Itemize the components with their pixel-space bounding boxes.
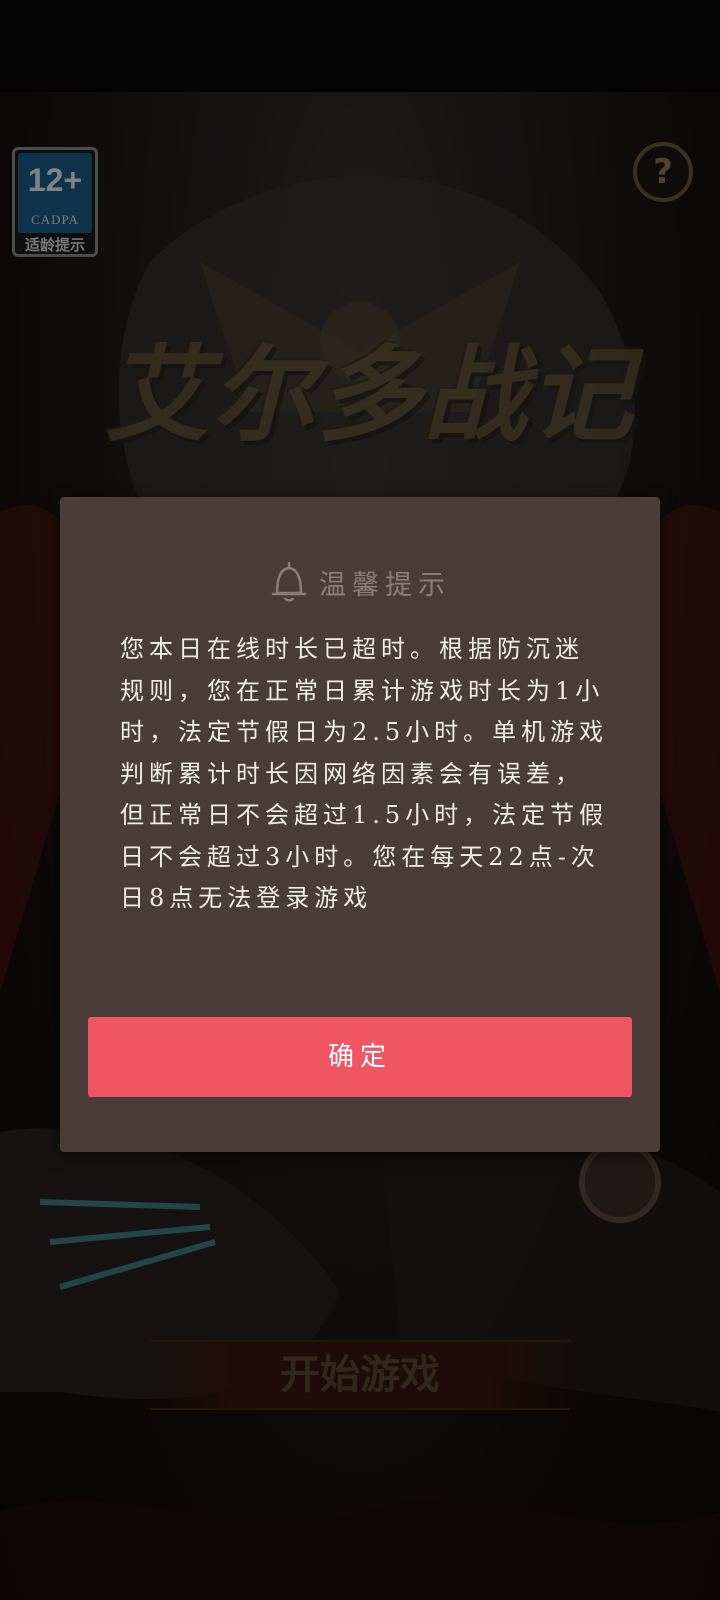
screen: 12+ CADPA 适龄提示 ? 艾尔多战记 开始游戏 温馨提示 您本日在线时长… <box>0 0 720 1600</box>
anti-addiction-dialog: 温馨提示 您本日在线时长已超时。根据防沉迷规则，您在正常日累计游戏时长为1小时，… <box>60 497 660 1152</box>
confirm-button[interactable]: 确定 <box>88 1017 632 1097</box>
bell-icon <box>271 561 307 602</box>
dialog-title: 温馨提示 <box>319 569 451 601</box>
status-bar <box>0 0 720 92</box>
dialog-header: 温馨提示 <box>60 557 660 607</box>
dialog-message: 您本日在线时长已超时。根据防沉迷规则，您在正常日累计游戏时长为1小时，法定节假日… <box>120 635 609 912</box>
